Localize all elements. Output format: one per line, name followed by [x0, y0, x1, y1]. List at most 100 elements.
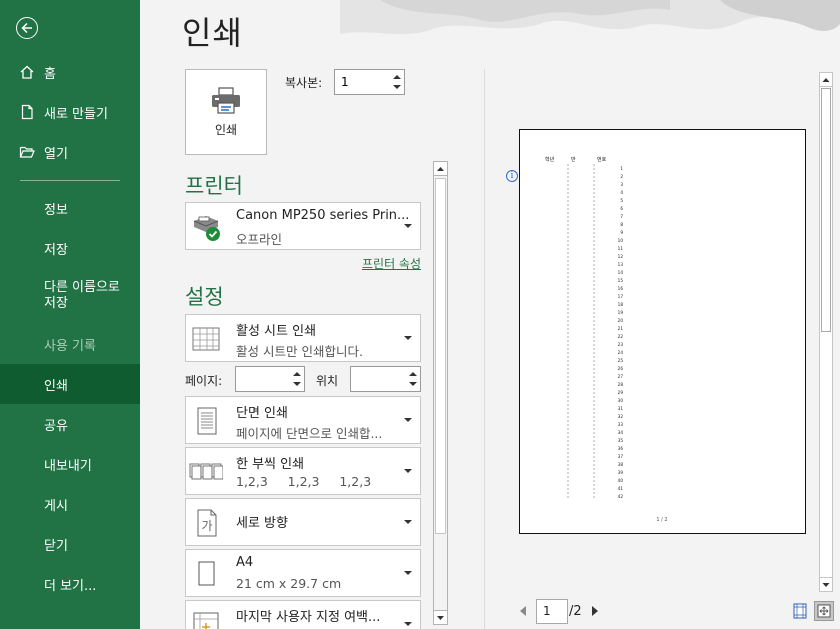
- one-sided-page-icon: [197, 407, 217, 435]
- preview-row-number: 11: [618, 246, 624, 251]
- page-title: 인쇄: [182, 14, 243, 52]
- spin-down-icon[interactable]: [293, 381, 301, 387]
- nav-item-more[interactable]: 더 보기...: [0, 564, 140, 604]
- preview-scrollbar[interactable]: [819, 72, 833, 592]
- preview-row-number: 20: [618, 318, 624, 323]
- portrait-orientation-icon: 가: [197, 509, 217, 537]
- collate-dropdown[interactable]: 한 부씩 인쇄 1,2,3 1,2,3 1,2,3: [185, 447, 421, 495]
- spin-up-icon[interactable]: [409, 371, 417, 377]
- nav-separator: [20, 180, 120, 181]
- preview-scroll-thumb[interactable]: [821, 88, 831, 332]
- zoom-to-page-button[interactable]: [814, 601, 834, 621]
- orientation-dropdown[interactable]: 가 세로 방향: [185, 498, 421, 546]
- settings-scroll-area: 프린터 Canon MP250 series Prin... 오프라인 프린터 …: [185, 160, 425, 629]
- spin-up-icon[interactable]: [293, 371, 301, 377]
- scroll-up-button[interactable]: [434, 162, 447, 176]
- print-scope-dropdown[interactable]: 활성 시트 인쇄 활성 시트만 인쇄합니다.: [185, 314, 421, 362]
- nav-item-info[interactable]: 정보: [0, 188, 140, 228]
- collate-pages-icon: [189, 463, 223, 480]
- panel-divider: [484, 69, 485, 629]
- printer-section-title: 프린터: [185, 174, 243, 198]
- margins-icon: [193, 612, 219, 629]
- printer-ready-icon: [193, 216, 220, 241]
- chevron-down-icon: [404, 469, 412, 473]
- copies-stepper[interactable]: [334, 69, 405, 95]
- nav-item-publish[interactable]: 게시: [0, 484, 140, 524]
- back-arrow-icon: [21, 22, 32, 34]
- nav-item-close[interactable]: 닫기: [0, 524, 140, 564]
- chevron-down-icon: [404, 571, 412, 575]
- spin-down-icon[interactable]: [409, 381, 417, 387]
- next-page-icon[interactable]: [591, 606, 598, 616]
- nav-item-label: 정보: [44, 202, 68, 218]
- pages-to-input[interactable]: [351, 367, 406, 391]
- nav-item-label: 더 보기...: [44, 578, 97, 594]
- info-icon[interactable]: i: [506, 170, 518, 182]
- nav-item-history: 사용 기록: [0, 324, 140, 364]
- print-button-label: 인쇄: [214, 122, 238, 137]
- preview-row-number: 21: [618, 326, 624, 331]
- scroll-thumb[interactable]: [435, 178, 446, 534]
- pages-to-stepper[interactable]: [350, 366, 421, 392]
- preview-row-number: 41: [618, 486, 624, 491]
- nav-item-label: 공유: [44, 418, 68, 434]
- settings-scrollbar[interactable]: [433, 161, 448, 625]
- svg-text:가: 가: [202, 519, 213, 533]
- copies-input[interactable]: [335, 70, 390, 94]
- nav-item-new[interactable]: 새로 만들기: [0, 92, 140, 132]
- paper-size-dropdown[interactable]: A4 21 cm x 29.7 cm: [185, 549, 421, 597]
- back-button[interactable]: [16, 17, 38, 39]
- preview-scroll-up[interactable]: [820, 73, 832, 87]
- preview-scroll-down[interactable]: [820, 577, 832, 591]
- preview-row-number: 35: [618, 438, 624, 443]
- preview-row-number: 10: [618, 238, 624, 243]
- nav-item-export[interactable]: 내보내기: [0, 444, 140, 484]
- collate-desc: 1,2,3 1,2,3 1,2,3: [236, 474, 372, 489]
- preview-row-number: 1: [620, 166, 623, 171]
- nav-item-open[interactable]: 열기: [0, 132, 140, 172]
- print-panel: 인쇄 인쇄 복사본: i 프린터 Canon MP: [140, 0, 840, 629]
- triangle-down-icon: [437, 616, 444, 620]
- preview-row-number: 5: [620, 198, 623, 203]
- paper-size-icon: [198, 561, 215, 586]
- nav-item-label: 닫기: [44, 538, 68, 554]
- printer-properties-link[interactable]: 프린터 속성: [362, 255, 421, 272]
- prev-page-icon[interactable]: [520, 606, 526, 616]
- margins-title: 마지막 사용자 지정 여백...: [236, 610, 381, 625]
- preview-row-number: 18: [618, 302, 624, 307]
- preview-row-number: 31: [618, 406, 624, 411]
- preview-row-number: 13: [618, 262, 624, 267]
- spin-down-icon[interactable]: [393, 84, 401, 90]
- sides-dropdown[interactable]: 단면 인쇄 페이지에 단면으로 인쇄합...: [185, 396, 421, 444]
- preview-row-number: 39: [618, 470, 624, 475]
- printer-name: Canon MP250 series Prin...: [236, 208, 410, 223]
- nav-item-save[interactable]: 저장: [0, 228, 140, 268]
- show-margins-icon: [793, 603, 807, 619]
- preview-col-header: 학년: [545, 156, 555, 163]
- nav-item-label: 인쇄: [44, 378, 68, 394]
- spin-up-icon[interactable]: [393, 74, 401, 80]
- nav-item-label: 다른 이름으로 저장: [44, 280, 120, 311]
- nav-item-share[interactable]: 공유: [0, 404, 140, 444]
- backstage-nav: 홈 새로 만들기 열기 정보 저장 다른 이름으로 저장 사용 기록 인쇄 공유…: [0, 0, 140, 629]
- orientation-title: 세로 방향: [236, 516, 288, 531]
- printer-status: 오프라인: [236, 232, 283, 247]
- nav-item-label: 홈: [44, 66, 56, 82]
- page-navigator: 1 /2: [520, 598, 598, 624]
- nav-item-print[interactable]: 인쇄: [0, 364, 140, 404]
- current-page-input[interactable]: 1: [536, 598, 568, 624]
- nav-item-save-as[interactable]: 다른 이름으로 저장: [0, 276, 140, 316]
- nav-item-label: 사용 기록: [44, 338, 96, 354]
- print-button[interactable]: 인쇄: [185, 69, 267, 155]
- pages-from-input[interactable]: [236, 367, 290, 391]
- printer-icon: [212, 86, 240, 114]
- show-margins-button[interactable]: [791, 602, 809, 620]
- nav-item-home[interactable]: 홈: [0, 52, 140, 92]
- scroll-down-button[interactable]: [434, 610, 447, 624]
- print-preview-page: 학년 반 번호 1 2 3 4 5 6 7 8 9 10 11 12 13 14 15 16 17 18 19 20 2…: [519, 129, 806, 534]
- chevron-down-icon: [404, 520, 412, 524]
- copies-label: 복사본:: [285, 76, 323, 90]
- pages-from-stepper[interactable]: [235, 366, 305, 392]
- margins-dropdown[interactable]: 마지막 사용자 지정 여백...: [185, 600, 421, 629]
- printer-dropdown[interactable]: Canon MP250 series Prin... 오프라인: [185, 202, 421, 250]
